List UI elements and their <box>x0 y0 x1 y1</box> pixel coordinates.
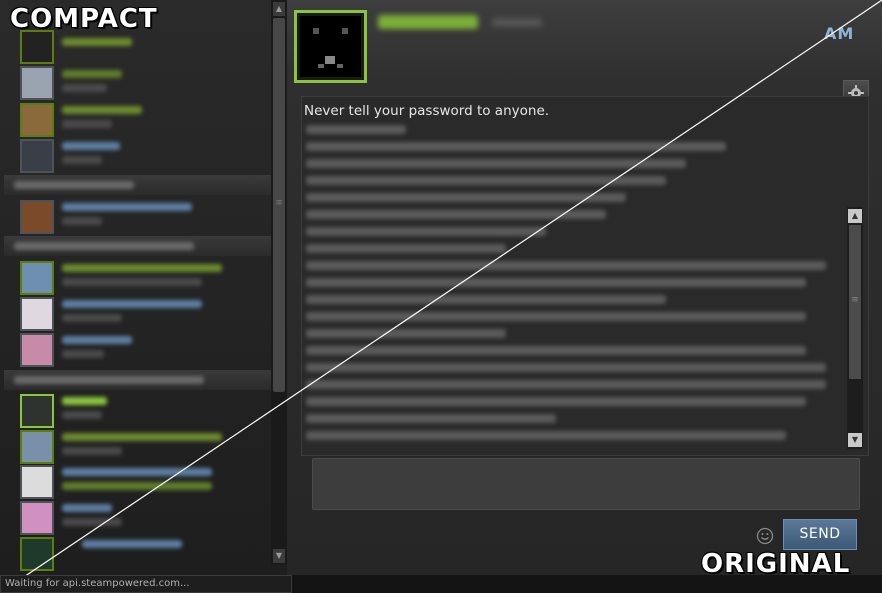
friends-scrollbar[interactable]: ▲ ≡ ▼ <box>271 0 287 565</box>
friend-avatar[interactable] <box>20 430 54 464</box>
brand-text: AM <box>824 24 855 43</box>
friend-avatar[interactable] <box>20 394 54 428</box>
friend-name-blurred <box>62 468 212 476</box>
friend-avatar[interactable] <box>20 297 54 331</box>
chat-partner-status-blurred <box>492 18 542 27</box>
friend-status-blurred <box>62 350 104 358</box>
friend-avatar[interactable] <box>20 200 54 234</box>
chat-message-blurred <box>306 312 806 321</box>
friend-avatar[interactable] <box>20 465 54 499</box>
friend-status-blurred <box>62 156 102 164</box>
friend-status-blurred <box>62 518 122 526</box>
arrow-up-icon[interactable]: ▲ <box>848 209 862 223</box>
chat-message-blurred <box>306 193 626 202</box>
arrow-down-icon[interactable]: ▼ <box>848 433 862 447</box>
chat-partner-avatar[interactable] <box>294 10 367 83</box>
friend-avatar[interactable] <box>20 139 54 173</box>
chat-message-blurred <box>306 210 606 219</box>
chat-message-blurred <box>306 329 506 338</box>
friend-name-blurred <box>62 38 132 46</box>
grip-icon: ≡ <box>275 198 283 208</box>
friend-avatar[interactable] <box>20 333 54 367</box>
friend-name-blurred <box>82 540 182 548</box>
friend-avatar[interactable] <box>20 261 54 295</box>
friends-list-panel: ▲ ≡ ▼ COMPACT <box>0 0 287 575</box>
chat-message-blurred <box>306 295 666 304</box>
chat-message-blurred <box>306 346 806 355</box>
friend-avatar[interactable] <box>20 66 54 100</box>
friend-status-blurred <box>62 84 107 92</box>
chat-history[interactable]: Never tell your password to anyone. ▲ ≡ … <box>301 96 869 456</box>
friend-name-blurred <box>62 70 122 78</box>
friends-group-header[interactable] <box>4 236 272 256</box>
arrow-down-icon[interactable]: ▼ <box>273 549 285 563</box>
compact-caption: COMPACT <box>10 4 158 34</box>
chat-message-blurred <box>306 261 826 270</box>
send-button[interactable]: SEND <box>783 519 857 550</box>
friend-name-blurred <box>62 106 142 114</box>
password-warning: Never tell your password to anyone. <box>304 103 550 119</box>
chat-message-blurred <box>306 278 806 287</box>
friend-name-blurred <box>62 397 107 405</box>
chat-message-blurred <box>306 227 546 236</box>
chat-message-blurred <box>306 363 826 372</box>
friend-name-blurred <box>62 300 202 308</box>
chat-history-scrollbar[interactable]: ▲ ≡ ▼ <box>847 207 863 449</box>
chat-window: AM Never tell your password to anyone. ▲… <box>287 0 882 579</box>
friend-avatar[interactable] <box>20 537 54 571</box>
arrow-up-icon[interactable]: ▲ <box>273 2 285 16</box>
smiley-icon <box>756 527 774 545</box>
friend-status-blurred <box>62 278 202 286</box>
friends-group-header[interactable] <box>4 175 272 195</box>
friend-name-blurred <box>62 142 120 150</box>
chat-message-blurred <box>306 380 826 389</box>
friend-avatar[interactable] <box>20 30 54 64</box>
chat-partner-name-blurred <box>378 12 488 32</box>
friend-name-blurred <box>62 203 192 211</box>
friend-status-blurred <box>62 447 122 455</box>
scrollbar-thumb[interactable]: ≡ <box>849 225 861 379</box>
chat-message-blurred <box>306 244 506 253</box>
friend-avatar[interactable] <box>20 103 54 137</box>
chat-message-blurred <box>306 431 786 440</box>
chat-message-blurred <box>306 142 726 151</box>
chat-message-blurred <box>306 125 406 134</box>
friend-name-blurred <box>62 336 132 344</box>
friends-group-header[interactable] <box>4 370 272 390</box>
scrollbar-thumb[interactable]: ≡ <box>273 18 285 392</box>
chat-message-blurred <box>306 414 556 423</box>
message-input[interactable] <box>312 458 860 510</box>
emoticon-button[interactable] <box>755 526 775 546</box>
chat-message-blurred <box>306 159 686 168</box>
chat-message-blurred <box>306 176 666 185</box>
status-bar: Waiting for api.steampowered.com... <box>0 575 882 593</box>
friend-avatar[interactable] <box>20 501 54 535</box>
avatar-image <box>300 16 361 77</box>
friend-status-blurred <box>62 120 112 128</box>
friend-status-blurred <box>62 411 102 419</box>
friend-name-blurred <box>62 504 112 512</box>
friend-status-blurred <box>62 217 102 225</box>
grip-icon: ≡ <box>851 295 859 305</box>
friend-name-blurred <box>62 433 222 441</box>
friend-name-blurred <box>62 264 222 272</box>
chat-message-blurred <box>306 397 806 406</box>
friend-status-blurred <box>62 482 212 490</box>
friend-status-blurred <box>62 314 122 322</box>
status-text: Waiting for api.steampowered.com... <box>0 575 292 593</box>
